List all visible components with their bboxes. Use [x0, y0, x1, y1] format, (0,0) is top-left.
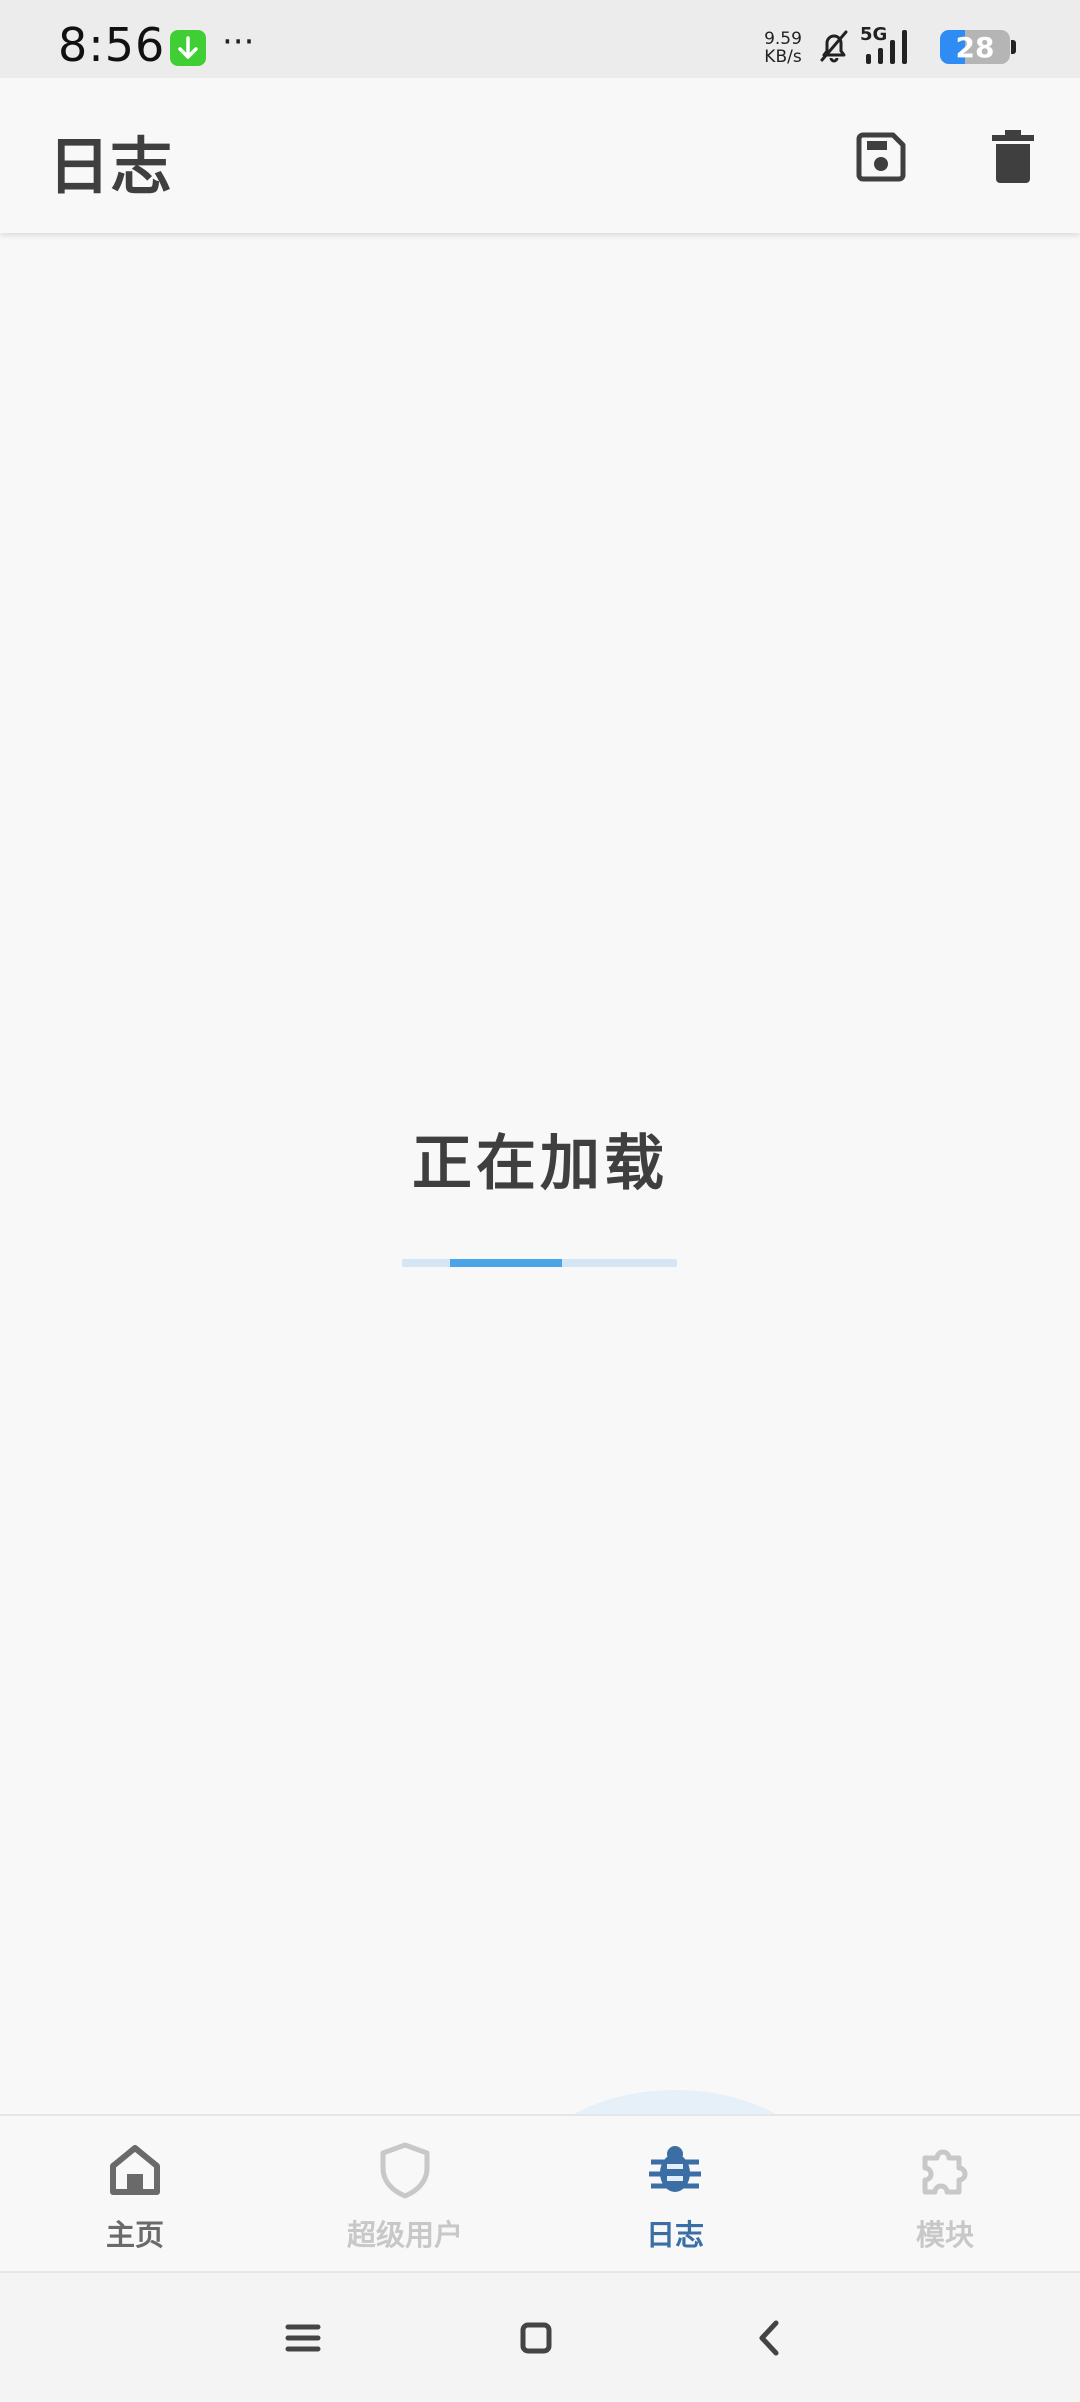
save-button[interactable]	[846, 122, 916, 192]
bell-off-icon	[814, 26, 854, 66]
back-icon[interactable]	[744, 2313, 794, 2363]
bug-icon	[649, 2146, 701, 2192]
loading-text: 正在加载	[412, 1129, 668, 1199]
system-navigation-bar	[0, 2271, 1080, 2402]
more-notifications-indicator: ···	[222, 22, 255, 62]
loading-progress-track	[402, 1259, 677, 1267]
shield-icon	[380, 2142, 430, 2199]
network-speed-unit: KB/s	[764, 47, 802, 67]
home-icon	[110, 2145, 160, 2195]
network-speed-value: 9.59	[764, 29, 802, 49]
network-speed: 9.59 KB/s	[760, 30, 806, 66]
tab-home-label: 主页	[105, 2218, 164, 2252]
tab-modules-label: 模块	[915, 2218, 974, 2252]
download-icon	[170, 30, 206, 66]
trash-icon	[992, 130, 1034, 183]
loading-progress-bar	[450, 1259, 562, 1267]
tab-modules[interactable]: 模块	[810, 2116, 1080, 2271]
tab-log-label: 日志	[645, 2218, 704, 2252]
tab-home[interactable]: 主页	[0, 2116, 270, 2271]
save-icon	[856, 132, 906, 182]
status-time: 8:56	[58, 18, 166, 72]
delete-button[interactable]	[978, 122, 1048, 192]
tab-superuser[interactable]: 超级用户	[270, 2116, 540, 2271]
battery-level: 28	[955, 31, 995, 64]
home-square-icon[interactable]	[511, 2313, 561, 2363]
network-type: 5G	[860, 24, 887, 45]
app-bar: 日志	[0, 78, 1080, 233]
battery-tip	[1011, 40, 1016, 54]
menu-icon[interactable]	[278, 2313, 328, 2363]
status-bar: 8:56 ··· 9.59 KB/s 5G 28	[0, 0, 1080, 78]
page-title: 日志	[48, 130, 173, 203]
signal-icon: 5G	[860, 24, 932, 68]
puzzle-icon	[922, 2149, 968, 2195]
tab-log[interactable]: 日志	[540, 2116, 810, 2271]
tab-superuser-label: 超级用户	[346, 2218, 463, 2252]
bottom-navigation: 主页 超级用户 日志 模块	[0, 2114, 1080, 2271]
battery-icon: 28	[940, 30, 1010, 64]
